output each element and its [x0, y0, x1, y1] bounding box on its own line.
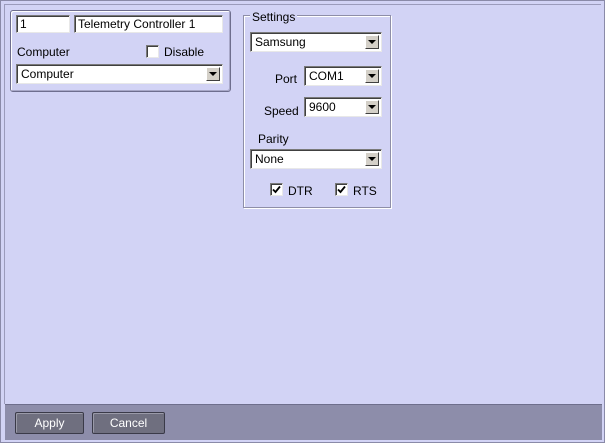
protocol-select-value: Samsung: [255, 35, 306, 49]
settings-group-title: Settings: [250, 10, 298, 24]
dtr-checkbox[interactable]: [270, 183, 283, 196]
disable-checkbox[interactable]: [146, 45, 159, 58]
speed-label: Speed: [264, 104, 299, 118]
parity-select-value: None: [255, 152, 284, 166]
chevron-down-icon[interactable]: [365, 152, 379, 166]
protocol-select[interactable]: Samsung: [250, 32, 382, 52]
disable-label: Disable: [164, 45, 205, 59]
rts-label: RTS: [353, 184, 377, 198]
device-name-field[interactable]: Telemetry Controller 1: [74, 15, 223, 33]
port-select[interactable]: COM1: [304, 66, 382, 86]
parity-label: Parity: [258, 132, 289, 146]
port-select-value: COM1: [309, 69, 344, 83]
rts-checkbox[interactable]: [335, 183, 348, 196]
chevron-down-icon[interactable]: [206, 67, 220, 81]
computer-label: Computer: [17, 45, 70, 59]
dtr-label: DTR: [288, 184, 313, 198]
speed-select-value: 9600: [309, 100, 336, 114]
checkmark-icon: [272, 185, 281, 194]
parity-select[interactable]: None: [250, 149, 382, 169]
chevron-down-icon[interactable]: [365, 100, 379, 114]
settings-window: 1 Telemetry Controller 1 Computer Disabl…: [0, 0, 605, 443]
cancel-button[interactable]: Cancel: [92, 412, 165, 434]
device-id-field[interactable]: 1: [16, 15, 70, 33]
speed-select[interactable]: 9600: [304, 97, 382, 117]
apply-button[interactable]: Apply: [15, 412, 84, 434]
chevron-down-icon[interactable]: [365, 69, 379, 83]
checkmark-icon: [337, 185, 346, 194]
port-label: Port: [275, 72, 298, 86]
computer-select-value: Computer: [21, 67, 74, 81]
computer-select[interactable]: Computer: [16, 64, 223, 84]
chevron-down-icon[interactable]: [365, 35, 379, 49]
